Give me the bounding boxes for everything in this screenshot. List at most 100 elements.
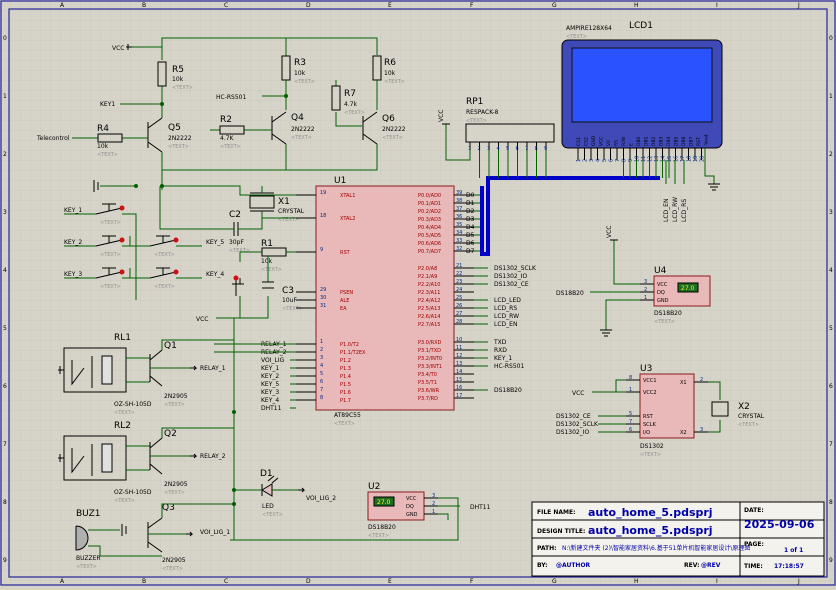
c3-ref: C3 — [282, 286, 294, 296]
u4-vcc: VCC — [606, 226, 613, 238]
relay-text: <TEXT> — [114, 498, 135, 504]
lcd-net-label: LCD_RW — [672, 197, 679, 222]
mcu-bus-net: D7 — [466, 248, 475, 255]
mcu-right-net: LCD_LED — [494, 297, 521, 304]
mcu-left-net: DHT11 — [261, 405, 282, 412]
u3-ref: U3 — [640, 364, 652, 374]
row-label: 8 — [3, 499, 7, 506]
mcu-left-net: VOI_LIG — [261, 357, 285, 364]
column-label: J — [797, 578, 800, 585]
relay-q-ref: Q2 — [164, 429, 177, 439]
by-label: BY: — [537, 562, 547, 569]
r4-ref: R4 — [97, 124, 109, 134]
mcu-left-net: KEY_5 — [261, 381, 279, 388]
column-label: D — [306, 2, 311, 9]
schematic-sheet[interactable]: AABBCCDDEEFFGGHHIIJJ 0011223344556677889… — [0, 0, 836, 586]
time-label: TIME: — [744, 563, 763, 570]
u4-pin-name: DQ — [657, 290, 665, 296]
mcu-pin-name: P3.0/RXD — [418, 340, 442, 346]
u3-part: DS1302 — [640, 443, 664, 450]
lcd-pin-name: V0 — [606, 140, 612, 146]
row-label: 0 — [3, 35, 7, 42]
row-label: 1 — [829, 93, 833, 100]
mcu-left-net: KEY_2 — [261, 373, 279, 380]
column-label: B — [142, 2, 146, 9]
mcu-pin-name: P1.7 — [340, 398, 351, 404]
rp1-text: <TEXT> — [466, 118, 487, 124]
u4-part: DS18B20 — [654, 310, 682, 317]
u2-pin-num: 1 — [432, 509, 435, 515]
mcu-right-net: DS1302_CE — [494, 281, 529, 288]
rp1-body — [465, 123, 555, 143]
mcu-right-net: LCD_RS — [494, 305, 517, 312]
buz-net: VOI_LIG_1 — [200, 529, 230, 536]
mcu-right-net: LCD_RW — [494, 313, 519, 320]
mcu-bus-net: D2 — [466, 208, 475, 215]
mcu-pin-num: 32 — [456, 246, 462, 252]
row-label: 8 — [829, 499, 833, 506]
lcd-pin-num: 15 — [667, 156, 673, 162]
r3-value: 10k — [294, 70, 306, 77]
r4-text: <TEXT> — [97, 152, 118, 158]
c2-ref: C2 — [229, 210, 241, 220]
d1-net: VOI_LIG_2 — [306, 495, 336, 502]
r5-ref: R5 — [172, 65, 184, 75]
lcd-pin-num: 11 — [641, 156, 647, 162]
row-label: 5 — [829, 325, 833, 332]
mcu-ref: U1 — [334, 176, 346, 186]
mcu-pin-name: RST — [340, 250, 351, 256]
row-label: 3 — [3, 209, 7, 216]
mcu-right-net: DS1302_SCLK — [494, 265, 537, 272]
r6-text: <TEXT> — [384, 79, 405, 85]
lcd-pin-num: 13 — [654, 156, 660, 162]
row-label: 2 — [829, 151, 833, 158]
rp1-vcc: VCC — [438, 110, 445, 122]
column-label: I — [716, 578, 718, 585]
q4-ref: Q4 — [291, 113, 304, 123]
mcu-pin-name: P1.3 — [340, 366, 351, 372]
vcc-label-top: VCC — [112, 45, 124, 52]
q6-part: 2N2222 — [382, 126, 406, 133]
mcu-pin-num: 37 — [456, 206, 462, 212]
u3-vcc: VCC — [572, 390, 584, 397]
lcd-pin-name: RS — [614, 140, 620, 146]
mcu-pin-name: P0.1/AD1 — [418, 201, 441, 207]
r2-value: 4.7K — [220, 135, 235, 142]
u2-pin-name: GND — [406, 512, 418, 518]
row-label: 6 — [829, 383, 833, 390]
mcu-pin-name: P2.1/A9 — [418, 274, 437, 280]
lcd-pin-name: DB6 — [681, 136, 687, 146]
mcu-pin-num: 2 — [320, 347, 323, 353]
page-label: PAGE: — [744, 541, 764, 548]
mcu-pin-name: ALE — [340, 298, 349, 304]
title-block: FILE NAME: auto_home_5.pdsprj DESIGN TIT… — [531, 501, 825, 577]
column-label: H — [634, 578, 639, 585]
mcu-pin-num: 27 — [456, 311, 462, 317]
lcd-pin-num: 10 — [635, 156, 641, 162]
u4-pin-num: 3 — [644, 279, 647, 285]
lcd-pin-num: 16 — [674, 156, 680, 162]
relay-net: RELAY_2 — [200, 453, 226, 460]
relay-q-text: <TEXT> — [164, 490, 185, 496]
u4-temp: 27.0 — [681, 285, 695, 292]
r7-value: 4.7k — [344, 101, 358, 108]
r1-ref: R1 — [261, 239, 273, 249]
mcu-pin-num: 39 — [456, 190, 462, 196]
u3-pin-name: I/O — [643, 430, 650, 436]
mcu-bus-net: D1 — [466, 200, 475, 207]
row-label: 7 — [3, 441, 7, 448]
key-text: <TEXT> — [100, 252, 121, 258]
d1-part: LED — [262, 503, 274, 510]
u2-ref: U2 — [368, 482, 380, 492]
mcu-pin-name: P1.4 — [340, 374, 351, 380]
mcu-pin-name: P2.2/A10 — [418, 282, 440, 288]
x1-ref: X1 — [278, 197, 290, 207]
u3-pin-num: 1 — [629, 387, 632, 393]
mcu-pin-num: 10 — [456, 337, 462, 343]
q3-part: 2N2905 — [162, 557, 186, 564]
relay-q-text: <TEXT> — [164, 402, 185, 408]
u3-pin-num: 8 — [629, 375, 632, 381]
column-label: C — [224, 2, 228, 9]
lcd-pin-num: 2 — [583, 159, 589, 162]
column-label: D — [306, 578, 311, 585]
